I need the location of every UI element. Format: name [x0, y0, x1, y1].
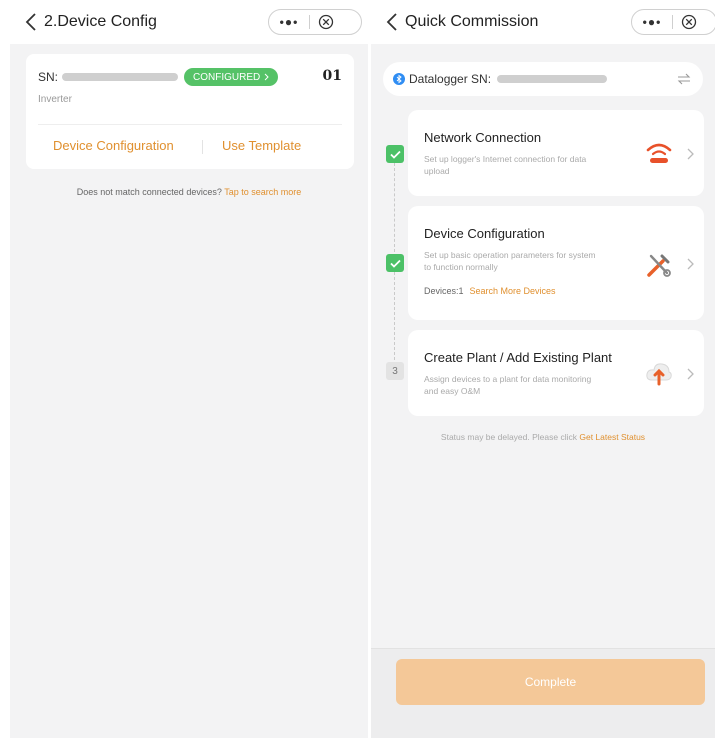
chevron-right-icon [687, 368, 694, 380]
chevron-right-icon [687, 148, 694, 160]
step-description: Assign devices to a plant for data monit… [424, 374, 592, 396]
bottom-action-area: Complete [371, 648, 715, 738]
quick-commission-panel: Quick Commission •●• Datalogger SN: 3 Ne… [371, 0, 715, 738]
device-count: Devices:1 [424, 286, 464, 296]
back-arrow-icon[interactable] [381, 11, 403, 33]
chevron-right-icon [687, 258, 694, 270]
close-circle-icon[interactable] [310, 14, 342, 30]
device-config-panel: 2.Device Config •●• SN: CONFIGURED 01 In… [10, 0, 368, 738]
search-more-devices-link[interactable]: Search More Devices [470, 286, 556, 296]
timeline-connector [394, 272, 395, 360]
status-delay-hint: Status may be delayed. Please click Get … [371, 432, 715, 442]
step-1-check-icon [386, 145, 404, 163]
page-title: Quick Commission [405, 13, 539, 30]
cloud-upload-icon [644, 358, 674, 388]
step-create-plant[interactable]: Create Plant / Add Existing Plant Assign… [408, 330, 704, 416]
status-badge-label: CONFIGURED [193, 71, 261, 83]
action-divider [202, 140, 203, 154]
mini-program-capsule: •●• [268, 9, 362, 35]
get-latest-status-link[interactable]: Get Latest Status [579, 432, 645, 442]
step-2-check-icon [386, 254, 404, 272]
step-title: Create Plant / Add Existing Plant [424, 350, 612, 365]
search-more-link[interactable]: Tap to search more [224, 187, 301, 197]
step-3-number: 3 [386, 362, 404, 380]
datalogger-label: Datalogger SN: [409, 72, 492, 86]
device-mismatch-hint: Does not match connected devices? Tap to… [10, 187, 368, 197]
divider [38, 124, 342, 125]
close-circle-icon[interactable] [673, 14, 705, 30]
step-description: Set up logger's Internet connection for … [424, 154, 587, 176]
wifi-router-icon [644, 138, 674, 168]
device-card: SN: CONFIGURED 01 Inverter Device Config… [26, 54, 354, 169]
tools-icon [644, 250, 674, 280]
top-bar: 2.Device Config •●• [10, 0, 368, 44]
bluetooth-icon [393, 73, 405, 85]
datalogger-sn-redacted [497, 75, 608, 83]
page-title: 2.Device Config [44, 13, 157, 30]
status-badge[interactable]: CONFIGURED [184, 68, 279, 86]
serial-number-redacted [62, 73, 179, 81]
sn-label: SN: [38, 70, 59, 84]
step-title: Device Configuration [424, 226, 545, 241]
device-count-row: Devices:1 Search More Devices [424, 286, 556, 296]
device-type: Inverter [38, 94, 72, 105]
use-template-button[interactable]: Use Template [222, 138, 301, 153]
timeline-connector [394, 163, 395, 252]
device-index: 01 [322, 68, 342, 84]
datalogger-bar: Datalogger SN: [383, 62, 703, 96]
more-icon[interactable]: •●• [632, 15, 672, 29]
step-device-configuration[interactable]: Device Configuration Set up basic operat… [408, 206, 704, 320]
complete-button[interactable]: Complete [396, 659, 705, 705]
step-title: Network Connection [424, 130, 542, 145]
top-bar: Quick Commission •●• [371, 0, 715, 44]
mini-program-capsule: •●• [631, 9, 715, 35]
more-icon[interactable]: •●• [269, 15, 309, 29]
serial-number-row: SN: CONFIGURED [38, 68, 279, 86]
switch-icon[interactable] [677, 72, 691, 86]
status-hint-text: Status may be delayed. Please click [440, 432, 577, 442]
step-description: Set up basic operation parameters for sy… [424, 250, 596, 272]
back-arrow-icon[interactable] [20, 11, 42, 33]
chevron-right-icon [264, 73, 269, 81]
device-configuration-button[interactable]: Device Configuration [53, 138, 174, 153]
hint-text: Does not match connected devices? [76, 187, 222, 197]
step-network-connection[interactable]: Network Connection Set up logger's Inter… [408, 110, 704, 196]
